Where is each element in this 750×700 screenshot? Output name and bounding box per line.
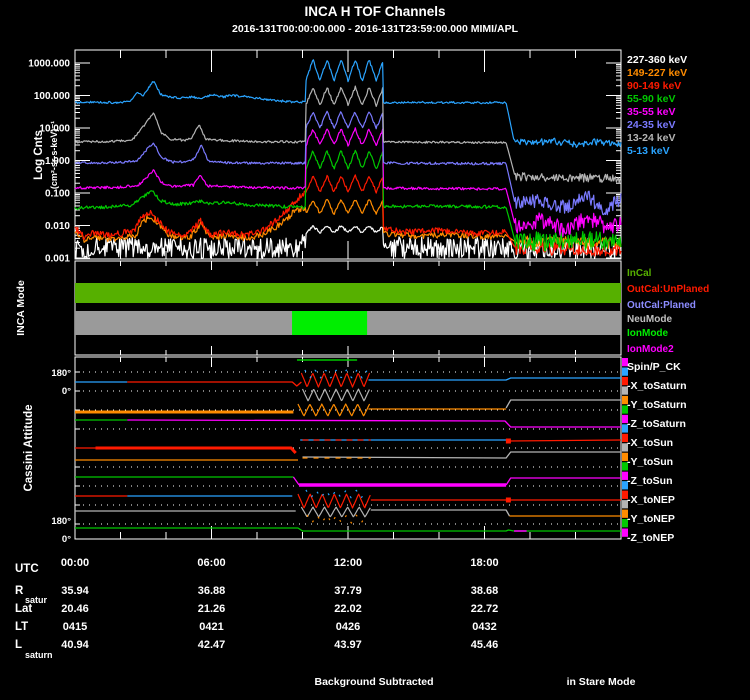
utc-axis-label: 00:00: [61, 557, 89, 569]
attitude-degree-label: 0°: [62, 386, 71, 397]
table-value-R-0: 35.94: [61, 585, 89, 597]
attitude-degree-label: 180°: [51, 516, 71, 527]
energy-legend-55-90 keV: 55-90 keV: [627, 93, 675, 105]
mode-legend-IonMode: IonMode: [627, 328, 669, 339]
energy-legend-35-55 keV: 35-55 keV: [627, 106, 675, 118]
log-tick-label: 100.000: [34, 91, 71, 102]
attitude-legend--Y_toNEP: -Y_toNEP: [627, 513, 675, 525]
table-value-Lat-0: 20.46: [61, 603, 89, 615]
utc-axis-label: 06:00: [197, 557, 225, 569]
table-value-Lat-2: 22.02: [334, 603, 362, 615]
energy-legend-13-24 keV: 13-24 keV: [627, 132, 675, 144]
attitude-trace-marker: [505, 497, 511, 503]
log-tick-label: 0.100: [45, 189, 70, 200]
mode-legend-OutCal:Planed: OutCal:Planed: [627, 300, 696, 311]
energy-legend-5-13 keV: 5-13 keV: [627, 145, 670, 157]
mode-legend-NeuMode: NeuMode: [627, 314, 672, 325]
table-row-label-lat: Lat: [15, 603, 32, 615]
energy-legend-227-360 keV: 227-360 keV: [627, 54, 687, 66]
log-tick-label: 1.000: [45, 156, 70, 167]
table-row-label-l: L: [15, 639, 22, 651]
table-row-sublabel-l: saturn: [25, 650, 53, 660]
attitude-legend--X_toNEP: -X_toNEP: [627, 494, 675, 506]
table-value-LT-0: 0415: [63, 621, 87, 633]
mode-axis-label: INCA Mode: [15, 280, 27, 336]
energy-legend-24-35 keV: 24-35 keV: [627, 119, 675, 131]
table-row-label-lt: LT: [15, 621, 28, 633]
mode-legend-InCal: InCal: [627, 268, 652, 279]
attitude-legend--Z_toSun: -Z_toSun: [627, 475, 673, 487]
utc-axis-label: 18:00: [470, 557, 498, 569]
footer-background-subtracted: Background Subtracted: [314, 676, 433, 688]
log-tick-label: 1000.000: [28, 59, 70, 70]
table-value-L-2: 43.97: [334, 639, 362, 651]
table-value-LT-3: 0432: [472, 621, 496, 633]
attitude-degree-label: 0°: [62, 534, 71, 545]
mode-legend-IonMode2: IonMode2: [627, 344, 674, 355]
table-value-Lat-1: 21.26: [198, 603, 226, 615]
table-value-L-0: 40.94: [61, 639, 89, 651]
table-value-L-3: 45.46: [471, 639, 499, 651]
table-value-LT-1: 0421: [199, 621, 223, 633]
log-tick-label: 0.010: [45, 221, 70, 232]
table-value-R-3: 38.68: [471, 585, 499, 597]
attitude-legend-Spin/P_CK: Spin/P_CK: [627, 361, 681, 373]
attitude-legend--X_toSaturn: -X_toSaturn: [627, 380, 687, 392]
table-value-LT-2: 0426: [336, 621, 360, 633]
utc-row-header: UTC: [15, 563, 39, 575]
attitude-axis-label: Cassini Attitude: [23, 404, 35, 491]
mode-bar-0: [75, 283, 621, 303]
inca-tof-plot-window: INCA H TOF Channels 2016-131T00:00:00.00…: [0, 0, 750, 700]
attitude-legend--Z_toNEP: -Z_toNEP: [627, 532, 674, 544]
table-value-R-2: 37.79: [334, 585, 362, 597]
log-tick-label: 10.000: [39, 124, 70, 135]
log-tick-label: 0.001: [45, 254, 70, 265]
plot-canvas: INCA H TOF Channels 2016-131T00:00:00.00…: [0, 0, 750, 700]
attitude-legend--Y_toSaturn: -Y_toSaturn: [627, 399, 687, 411]
mode-legend-OutCal:UnPlaned: OutCal:UnPlaned: [627, 284, 709, 295]
utc-axis-label: 12:00: [334, 557, 362, 569]
mode-bar-2: [292, 311, 368, 335]
energy-legend-90-149 keV: 90-149 keV: [627, 80, 681, 92]
attitude-legend--Z_toSaturn: -Z_toSaturn: [627, 418, 686, 430]
attitude-legend--Y_toSun: -Y_toSun: [627, 456, 673, 468]
page-title: INCA H TOF Channels: [304, 4, 445, 19]
counts-axis-label: Log Cnts: [33, 130, 45, 180]
footer-stare-mode: in Stare Mode: [567, 676, 636, 688]
attitude-legend--X_toSun: -X_toSun: [627, 437, 673, 449]
page-subtitle: 2016-131T00:00:00.000 - 2016-131T23:59:0…: [232, 23, 519, 35]
table-value-L-1: 42.47: [198, 639, 226, 651]
attitude-trace-marker: [505, 438, 511, 444]
table-row-label-r: R: [15, 585, 24, 597]
table-value-R-1: 36.88: [198, 585, 226, 597]
energy-legend-149-227 keV: 149-227 keV: [627, 67, 687, 79]
table-value-Lat-3: 22.72: [471, 603, 499, 615]
attitude-degree-label: 180°: [51, 368, 71, 379]
